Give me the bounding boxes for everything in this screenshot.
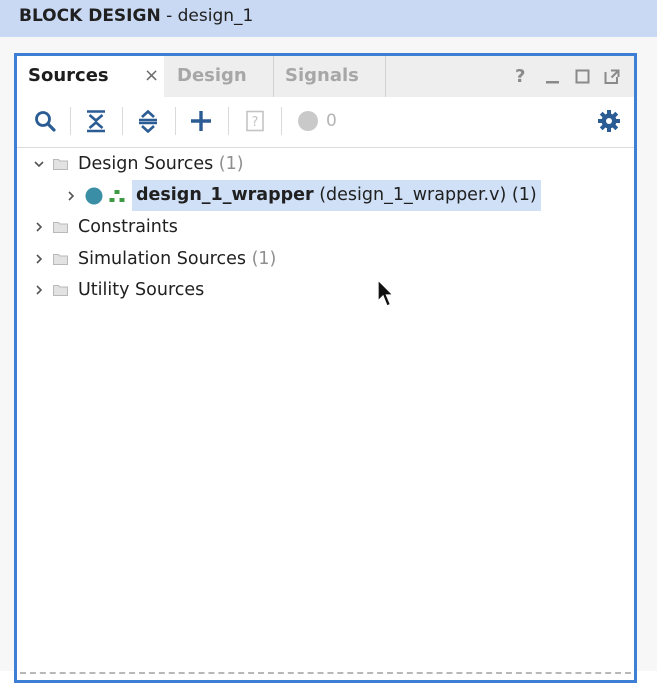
- tab-signals-label: Signals: [285, 65, 359, 86]
- settings-gear-icon[interactable]: [597, 109, 621, 133]
- chevron-down-icon[interactable]: [34, 159, 44, 169]
- folder-icon: [53, 285, 68, 296]
- window-title-label: BLOCK DESIGN: [19, 6, 161, 26]
- tree-item-simulation-sources[interactable]: Simulation Sources (1): [17, 245, 417, 273]
- svg-text:?: ?: [252, 115, 259, 130]
- maximize-icon[interactable]: [574, 68, 592, 86]
- tree-item-simulation-sources-label: Simulation Sources (1): [78, 245, 276, 273]
- window-title-bar: BLOCK DESIGN - design_1: [0, 0, 657, 37]
- folder-icon: [53, 159, 68, 170]
- tree-item-utility-sources[interactable]: Utility Sources: [17, 276, 317, 304]
- tree-item-design-sources[interactable]: Design Sources (1): [17, 150, 417, 178]
- float-window-icon[interactable]: [603, 68, 621, 86]
- chevron-right-icon[interactable]: [34, 222, 44, 232]
- tab-sources-label: Sources: [28, 65, 109, 86]
- add-icon[interactable]: [189, 109, 213, 133]
- tree-item-design-1-wrapper[interactable]: design_1_wrapper (design_1_wrapper.v) (1…: [17, 180, 587, 211]
- sources-panel: Sources × Design Signals ? ? 0 Design So…: [14, 53, 637, 683]
- toolbar-separator: [70, 107, 71, 135]
- folder-label: Design Sources: [78, 154, 214, 174]
- selected-item-highlight: design_1_wrapper (design_1_wrapper.v) (1…: [132, 180, 541, 211]
- tab-design[interactable]: Design: [164, 56, 274, 97]
- folder-label: Simulation Sources: [78, 249, 247, 269]
- top-module-dot-icon: [85, 187, 103, 205]
- toolbar-separator: [281, 107, 282, 135]
- close-icon[interactable]: ×: [144, 56, 159, 96]
- folder-label: Utility Sources: [78, 280, 205, 300]
- item-count: (1): [511, 185, 537, 205]
- chevron-right-icon[interactable]: [34, 254, 44, 264]
- toolbar-separator: [175, 107, 176, 135]
- help-icon[interactable]: ?: [515, 56, 525, 97]
- folder-icon: [53, 222, 68, 233]
- panel-resize-edge[interactable]: [20, 672, 631, 674]
- search-icon[interactable]: [33, 109, 57, 133]
- item-count: (1): [218, 154, 244, 174]
- tab-signals[interactable]: Signals: [274, 56, 386, 97]
- tab-design-label: Design: [177, 65, 247, 86]
- panel-tab-strip: Sources × Design Signals ?: [17, 56, 634, 97]
- sources-toolbar: ? 0: [17, 97, 634, 148]
- status-count: 0: [326, 111, 337, 131]
- toolbar-separator: [122, 107, 123, 135]
- properties-icon[interactable]: ?: [243, 109, 267, 133]
- chevron-right-icon[interactable]: [34, 285, 44, 295]
- tab-sources[interactable]: Sources ×: [17, 56, 164, 97]
- tree-item-design-sources-label: Design Sources (1): [78, 150, 244, 178]
- collapse-all-icon[interactable]: [84, 109, 108, 133]
- status-dot-icon[interactable]: [296, 109, 320, 133]
- item-count: (1): [251, 249, 277, 269]
- tree-item-constraints[interactable]: Constraints: [17, 213, 317, 241]
- minimize-icon[interactable]: [544, 68, 562, 86]
- window-title-design: - design_1: [160, 6, 254, 26]
- folder-icon: [53, 254, 68, 265]
- module-file: (design_1_wrapper.v): [319, 185, 507, 205]
- expand-all-icon[interactable]: [136, 109, 160, 133]
- mouse-pointer-icon: [377, 279, 395, 307]
- chevron-right-icon[interactable]: [66, 191, 76, 201]
- module-name: design_1_wrapper: [136, 185, 314, 205]
- folder-label: Constraints: [78, 217, 178, 237]
- toolbar-separator: [228, 107, 229, 135]
- hierarchy-icon: [109, 190, 125, 202]
